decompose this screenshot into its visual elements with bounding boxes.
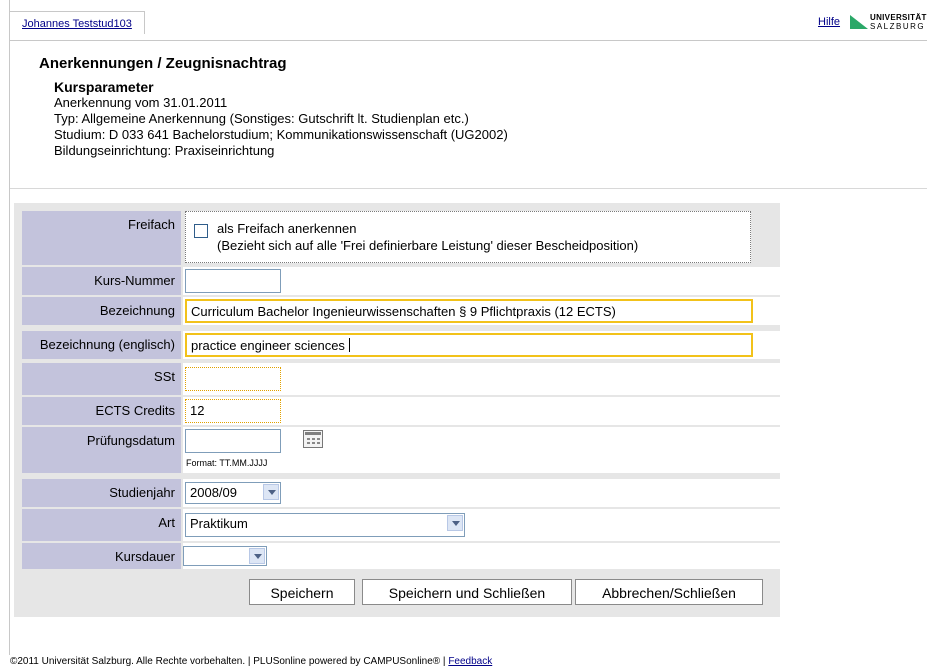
course-parameters: Kursparameter Anerkennung vom 31.01.2011… bbox=[54, 79, 508, 159]
footer: ©2011 Universität Salzburg. Alle Rechte … bbox=[10, 656, 492, 667]
bezeichnung-englisch-input[interactable]: practice engineer sciences bbox=[185, 333, 753, 357]
university-logo: UNIVERSITÄT SALZBURG bbox=[850, 10, 927, 34]
button-bar: Speichern Speichern und Schließen Abbrec… bbox=[249, 579, 789, 607]
date-format-hint: Format: TT.MM.JJJJ bbox=[186, 458, 268, 468]
page-title: Anerkennungen / Zeugnisnachtrag bbox=[39, 55, 287, 72]
freifach-note: (Bezieht sich auf alle 'Frei definierbar… bbox=[217, 238, 639, 253]
art-label: Art bbox=[22, 509, 181, 541]
save-and-close-button[interactable]: Speichern und Schließen bbox=[362, 579, 572, 605]
row-studienjahr: Studienjahr 2008/09 bbox=[22, 479, 780, 507]
row-bezeichnung: Bezeichnung Curriculum Bachelor Ingenieu… bbox=[22, 297, 780, 325]
pruefungsdatum-input[interactable] bbox=[185, 429, 281, 453]
logo-mark-icon bbox=[850, 15, 868, 29]
text-cursor bbox=[348, 338, 350, 352]
freifach-checkbox[interactable] bbox=[194, 224, 208, 238]
info-line: Studium: D 033 641 Bachelorstudium; Komm… bbox=[54, 127, 508, 142]
course-form: Freifach als Freifach anerkennen (Bezieh… bbox=[14, 203, 780, 617]
bezeichnung-englisch-value-area: practice engineer sciences bbox=[183, 331, 780, 359]
pruefungsdatum-value-area: Format: TT.MM.JJJJ bbox=[183, 427, 780, 473]
art-value-area: Praktikum bbox=[183, 509, 780, 541]
chevron-down-icon[interactable] bbox=[263, 484, 279, 500]
sst-value-area bbox=[183, 363, 780, 395]
help-link[interactable]: Hilfe bbox=[818, 16, 840, 28]
row-kursnummer: Kurs-Nummer bbox=[22, 267, 780, 295]
art-select[interactable]: Praktikum bbox=[185, 513, 465, 537]
user-link[interactable]: Johannes Teststud103 bbox=[22, 18, 132, 30]
pruefungsdatum-label: Prüfungsdatum bbox=[22, 427, 181, 473]
row-sst: SSt bbox=[22, 363, 780, 395]
info-line: Anerkennung vom 31.01.2011 bbox=[54, 95, 228, 110]
ects-value-area: 12 bbox=[183, 397, 780, 425]
freifach-checkbox-label: als Freifach anerkennen bbox=[217, 221, 357, 236]
bezeichnung-label: Bezeichnung bbox=[22, 297, 181, 325]
bezeichnung-value-area: Curriculum Bachelor Ingenieurwissenschaf… bbox=[183, 297, 780, 325]
feedback-link[interactable]: Feedback bbox=[448, 656, 492, 667]
bezeichnung-englisch-text: practice engineer sciences bbox=[191, 338, 345, 353]
freifach-label: Freifach bbox=[22, 211, 181, 265]
freifach-value-area: als Freifach anerkennen (Bezieht sich au… bbox=[183, 211, 780, 265]
footer-text: ©2011 Universität Salzburg. Alle Rechte … bbox=[10, 656, 449, 667]
bezeichnung-input[interactable]: Curriculum Bachelor Ingenieurwissenschaf… bbox=[185, 299, 753, 323]
ects-input[interactable]: 12 bbox=[185, 399, 281, 423]
row-ects: ECTS Credits 12 bbox=[22, 397, 780, 425]
art-value: Praktikum bbox=[190, 516, 248, 531]
kursdauer-label: Kursdauer bbox=[22, 543, 181, 569]
logo-text-line2: SALZBURG bbox=[870, 22, 926, 31]
sst-label: SSt bbox=[22, 363, 181, 395]
logo-text-line1: UNIVERSITÄT bbox=[870, 13, 927, 22]
row-pruefungsdatum: Prüfungsdatum Format: TT.MM.JJJJ bbox=[22, 427, 780, 473]
studienjahr-value-area: 2008/09 bbox=[183, 479, 780, 507]
bezeichnung-englisch-label: Bezeichnung (englisch) bbox=[22, 331, 181, 359]
info-line: Bildungseinrichtung: Praxiseinrichtung bbox=[54, 143, 275, 158]
top-bar: Johannes Teststud103 Hilfe UNIVERSITÄT S… bbox=[10, 0, 927, 40]
chevron-down-icon[interactable] bbox=[447, 515, 463, 531]
calendar-icon[interactable] bbox=[303, 430, 323, 448]
info-line: Typ: Allgemeine Anerkennung (Sonstiges: … bbox=[54, 111, 469, 126]
cancel-close-button[interactable]: Abbrechen/Schließen bbox=[575, 579, 763, 605]
freifach-box: als Freifach anerkennen (Bezieht sich au… bbox=[185, 211, 751, 263]
ects-label: ECTS Credits bbox=[22, 397, 181, 425]
header-panel: Anerkennungen / Zeugnisnachtrag Kurspara… bbox=[10, 40, 927, 189]
row-bezeichnung-englisch: Bezeichnung (englisch) practice engineer… bbox=[22, 331, 780, 359]
kursnummer-value-area bbox=[183, 267, 780, 295]
studienjahr-label: Studienjahr bbox=[22, 479, 181, 507]
kursnummer-input[interactable] bbox=[185, 269, 281, 293]
row-freifach: Freifach als Freifach anerkennen (Bezieh… bbox=[22, 211, 780, 265]
studienjahr-select[interactable]: 2008/09 bbox=[185, 482, 281, 504]
kursnummer-label: Kurs-Nummer bbox=[22, 267, 181, 295]
chevron-down-icon[interactable] bbox=[249, 548, 265, 564]
sst-input[interactable] bbox=[185, 367, 281, 391]
section-heading: Kursparameter bbox=[54, 79, 154, 95]
save-button[interactable]: Speichern bbox=[249, 579, 355, 605]
row-art: Art Praktikum bbox=[22, 509, 780, 541]
studienjahr-value: 2008/09 bbox=[190, 485, 237, 500]
row-kursdauer: Kursdauer bbox=[22, 543, 780, 569]
kursdauer-select[interactable] bbox=[183, 546, 267, 566]
user-tab[interactable]: Johannes Teststud103 bbox=[10, 11, 145, 34]
kursdauer-value-area bbox=[183, 543, 780, 569]
